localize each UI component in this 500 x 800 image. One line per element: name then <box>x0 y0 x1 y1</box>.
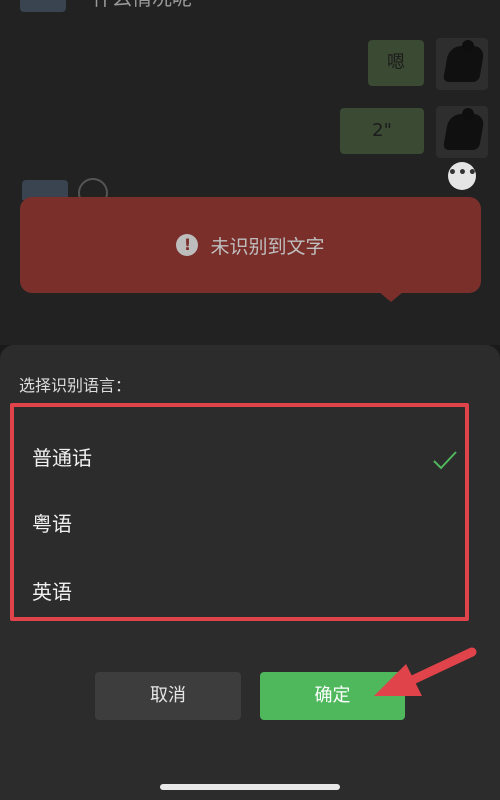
sheet-title: 选择识别语言： <box>19 376 132 395</box>
option-label: 普通话 <box>32 446 92 470</box>
checkmark-icon <box>433 451 457 470</box>
chat-bubble-right[interactable]: 嗯 <box>368 40 424 86</box>
option-label: 英语 <box>32 580 72 604</box>
chat-message-top: 什么情况呢 <box>92 0 192 11</box>
cancel-button[interactable]: 取消 <box>95 672 241 720</box>
language-option-english[interactable]: 英语 <box>32 572 452 612</box>
warning-icon: ! <box>176 234 199 256</box>
toast-pointer <box>379 292 403 302</box>
toast-message: 未识别到文字 <box>210 235 325 258</box>
option-label: 粤语 <box>32 512 72 536</box>
chat-bubble-text: 嗯 <box>387 52 405 73</box>
my-avatar[interactable] <box>436 38 488 90</box>
chat-top-row: 什么情况呢 <box>0 0 500 12</box>
language-option-cantonese[interactable]: 粤语 <box>32 504 452 544</box>
more-options-icon[interactable]: ••• <box>448 162 477 190</box>
chat-background: 什么情况呢 嗯 2" ••• ! 未识别到文字 <box>0 0 500 345</box>
language-select-sheet: 选择识别语言： 普通话 粤语 英语 取消 确定 <box>0 345 500 800</box>
language-option-mandarin[interactable]: 普通话 <box>32 438 452 478</box>
home-indicator[interactable] <box>160 784 340 790</box>
contact-avatar[interactable] <box>20 0 66 12</box>
voice-duration: 2" <box>372 120 392 141</box>
error-toast: ! 未识别到文字 <box>20 197 481 293</box>
language-options-highlight: 普通话 粤语 英语 <box>10 403 469 621</box>
annotation-arrow-icon <box>374 647 477 696</box>
voice-message-bubble[interactable]: 2" <box>340 108 424 154</box>
my-avatar[interactable] <box>436 106 488 158</box>
